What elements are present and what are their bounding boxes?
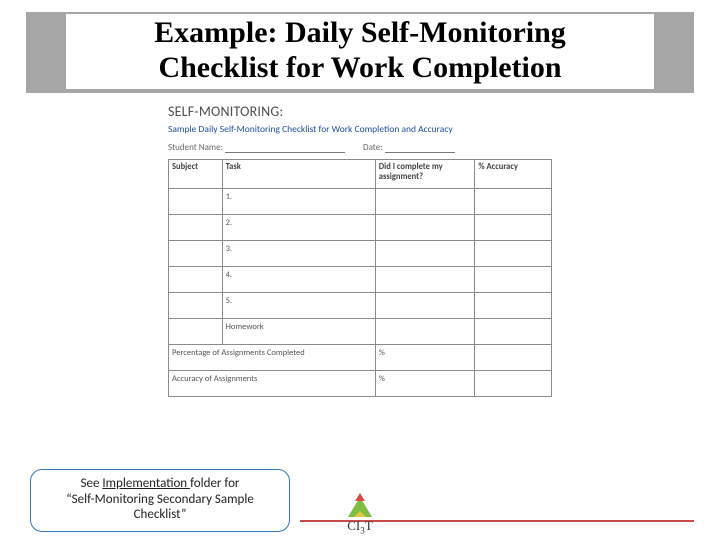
table-row: 3. (169, 241, 552, 267)
table-row: 4. (169, 267, 552, 293)
homework-label: Homework (222, 319, 375, 345)
date-blank (385, 144, 455, 153)
callout-line1b: Implementation (102, 476, 190, 491)
col-subject: Subject (169, 159, 223, 189)
task-num: 3. (222, 241, 375, 267)
title-bar: Example: Daily Self-Monitoring Checklist… (26, 12, 694, 93)
col-task: Task (222, 159, 375, 189)
task-num: 4. (222, 267, 375, 293)
callout-box: See Implementation folder for “Self-Moni… (30, 469, 290, 532)
table-row: 5. (169, 293, 552, 319)
homework-row: Homework (169, 319, 552, 345)
worksheet-heading: SELF-MONITORING: (168, 103, 552, 120)
worksheet-subtitle: Sample Daily Self-Monitoring Checklist f… (168, 124, 552, 136)
callout-line1a: See (81, 476, 103, 491)
title-line1: Example: Daily Self-Monitoring (154, 16, 566, 49)
accuracy-label: Accuracy of Assignments (169, 371, 376, 397)
triangle-icon (348, 497, 372, 517)
logo-text: CI3T (336, 518, 384, 536)
accuracy-row: Accuracy of Assignments% (169, 371, 552, 397)
checklist-table: Subject Task Did I complete my assignmen… (168, 159, 552, 398)
task-num: 5. (222, 293, 375, 319)
table-header-row: Subject Task Did I complete my assignmen… (169, 159, 552, 189)
logo: CI3T (336, 497, 384, 536)
student-name-field: Student Name: (168, 142, 345, 153)
pct-cell: % (375, 345, 475, 371)
callout-line2: “Self-Monitoring Secondary Sample (66, 492, 254, 507)
date-field: Date: (363, 142, 455, 153)
task-num: 1. (222, 189, 375, 215)
pct-cell: % (375, 371, 475, 397)
table-row: 2. (169, 215, 552, 241)
pct-completed-row: Percentage of Assignments Completed% (169, 345, 552, 371)
callout-line3: Checklist” (134, 507, 187, 522)
task-num: 2. (222, 215, 375, 241)
table-row: 1. (169, 189, 552, 215)
logo-text-a: CI (347, 518, 360, 533)
callout-line1c: folder for (190, 476, 239, 491)
logo-text-c: T (365, 518, 373, 533)
col-did: Did I complete my assignment? (375, 159, 475, 189)
student-name-blank (225, 144, 345, 153)
title-line2: Checklist for Work Completion (158, 51, 561, 84)
pct-completed-label: Percentage of Assignments Completed (169, 345, 376, 371)
col-accuracy: % Accuracy (475, 159, 552, 189)
date-label: Date: (363, 142, 383, 153)
worksheet: SELF-MONITORING: Sample Daily Self-Monit… (160, 99, 560, 397)
slide-title: Example: Daily Self-Monitoring Checklist… (66, 14, 654, 89)
worksheet-meta: Student Name: Date: (168, 142, 552, 153)
student-name-label: Student Name: (168, 142, 223, 153)
